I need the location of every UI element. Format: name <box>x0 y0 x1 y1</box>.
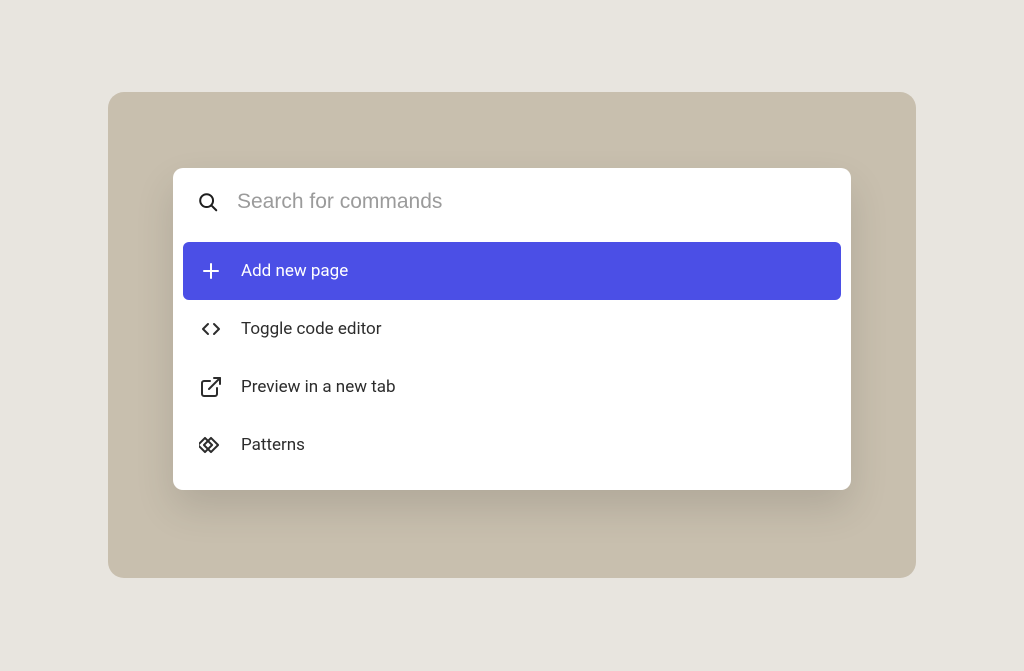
command-add-new-page[interactable]: Add new page <box>183 242 841 300</box>
patterns-icon <box>199 433 223 457</box>
command-palette: Add new page Toggle code editor <box>173 168 851 490</box>
search-input[interactable] <box>237 190 827 214</box>
command-patterns[interactable]: Patterns <box>183 416 841 474</box>
search-row <box>173 168 851 234</box>
search-icon <box>197 191 219 213</box>
command-list: Add new page Toggle code editor <box>173 234 851 490</box>
backdrop-panel: Add new page Toggle code editor <box>108 92 916 578</box>
plus-icon <box>199 259 223 283</box>
command-label: Add new page <box>241 263 348 280</box>
command-label: Toggle code editor <box>241 321 381 338</box>
external-link-icon <box>199 375 223 399</box>
code-icon <box>199 317 223 341</box>
command-toggle-code-editor[interactable]: Toggle code editor <box>183 300 841 358</box>
command-label: Patterns <box>241 437 305 454</box>
command-preview-new-tab[interactable]: Preview in a new tab <box>183 358 841 416</box>
command-label: Preview in a new tab <box>241 379 396 396</box>
